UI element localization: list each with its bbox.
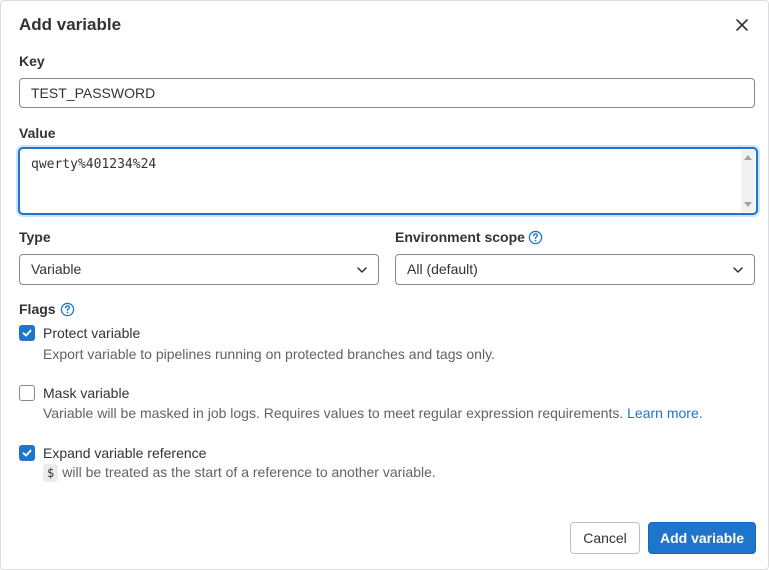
add-variable-modal: Add variable Key TEST_PASSWORD Value qwe… [0,0,769,570]
type-selected-value: Variable [31,261,82,277]
key-label: Key [19,53,45,69]
expand-variable-reference-label[interactable]: Expand variable reference [43,445,206,461]
expand-variable-reference-description-row: $ will be treated as the start of a refer… [43,464,436,482]
mask-variable-label[interactable]: Mask variable [43,385,129,401]
checkmark-icon [22,449,32,457]
protect-variable-checkbox[interactable] [19,325,35,341]
checkmark-icon [22,329,32,337]
flags-label: Flags [19,301,56,317]
cancel-button[interactable]: Cancel [570,522,640,554]
scroll-down-arrow-icon[interactable] [744,202,752,207]
flags-help-icon[interactable] [60,302,75,317]
mask-variable-checkbox[interactable] [19,385,35,401]
close-icon [736,19,748,31]
value-text: qwerty%401234%24 [31,157,157,172]
learn-more-link[interactable]: Learn more. [627,405,702,421]
close-button[interactable] [728,11,756,39]
modal-title: Add variable [19,15,122,34]
mask-variable-description: Variable will be masked in job logs. Req… [43,405,624,421]
type-select[interactable]: Variable [19,254,379,285]
environment-scope-selected-value: All (default) [407,261,478,277]
expand-variable-reference-checkbox[interactable] [19,445,35,461]
value-textarea[interactable]: qwerty%401234%24 [19,148,757,214]
environment-scope-label: Environment scope [395,229,525,245]
environment-scope-select[interactable]: All (default) [395,254,755,285]
chevron-down-icon [733,267,743,273]
chevron-down-icon [357,267,367,273]
protect-variable-description: Export variable to pipelines running on … [43,346,495,362]
protect-variable-label[interactable]: Protect variable [43,325,140,341]
mask-variable-description-row: Variable will be masked in job logs. Req… [43,405,703,421]
expand-variable-reference-description: will be treated as the start of a refere… [62,464,436,480]
key-input[interactable]: TEST_PASSWORD [19,78,755,108]
scroll-up-arrow-icon[interactable] [744,155,752,160]
type-label: Type [19,229,51,245]
add-variable-button[interactable]: Add variable [648,522,756,554]
environment-scope-help-icon[interactable] [528,230,543,245]
dollar-code: $ [43,464,59,482]
value-scrollbar[interactable] [741,150,755,212]
value-label: Value [19,125,56,141]
